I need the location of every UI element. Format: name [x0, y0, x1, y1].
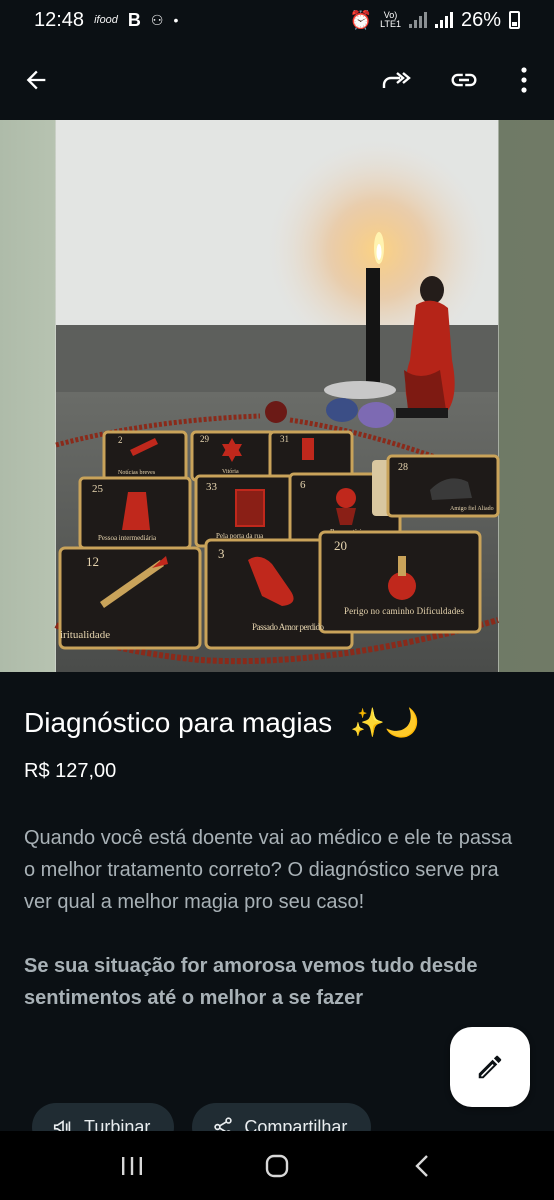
card-number: 25 [92, 483, 104, 495]
alarm-icon: ⏰ [349, 9, 373, 30]
card-number: 31 [280, 434, 289, 444]
recents-icon[interactable] [102, 1136, 162, 1196]
product-photo[interactable]: 2 29 31 Notícias breves Vitória 25 33 6 … [0, 120, 554, 672]
description-bold-text: Se sua situação for amorosa vemos tudo d… [24, 955, 478, 1009]
voicemail-icon: ⚇ [150, 11, 164, 28]
battery-percent: 26% [460, 8, 501, 31]
card-number: 20 [334, 538, 347, 553]
back-arrow-icon[interactable] [14, 58, 58, 102]
status-bar: 12:48 ifood B ⚇ • ⏰ Vo) LTE1 26% [0, 0, 554, 40]
more-vertical-icon[interactable] [510, 58, 538, 102]
card-label: Pessoa intermediária [98, 534, 157, 542]
description-text: Quando você está doente vai ao médico e … [24, 827, 513, 913]
top-toolbar [0, 40, 554, 120]
edit-button[interactable] [450, 1027, 530, 1107]
card-number: 28 [398, 462, 408, 473]
back-icon[interactable] [392, 1136, 452, 1196]
card-label: iritualidade [60, 629, 110, 641]
card-label: Perigo no caminho Dificuldades [344, 606, 464, 616]
card-number: 3 [218, 546, 225, 561]
home-icon[interactable] [247, 1136, 307, 1196]
link-icon[interactable] [442, 58, 486, 102]
clock: 12:48 [34, 8, 85, 31]
forward-icon[interactable] [374, 58, 418, 102]
card-number: 12 [86, 554, 99, 569]
pencil-icon [478, 1055, 502, 1079]
signal-icon-sim1 [408, 12, 427, 28]
card-label: Passado Amor perdido [252, 622, 325, 632]
card-row-front: 12 3 20 iritualidade Passado Amor perdid… [58, 530, 482, 650]
card-label: Amigo fiel Aliado [450, 505, 494, 512]
card-number: 29 [200, 434, 210, 444]
system-navigation-bar [0, 1131, 554, 1200]
ifood-icon: ifood [94, 14, 118, 26]
battery-icon [509, 11, 520, 29]
b-icon: B [127, 9, 141, 30]
product-title: Diagnóstico para magias ✨🌙 [24, 707, 420, 738]
card-number: 33 [206, 481, 218, 493]
card-label: Notícias breves [118, 470, 156, 476]
product-description: Quando você está doente vai ao médico e … [24, 822, 524, 1046]
card-number: 2 [118, 435, 123, 445]
title-emoji: ✨🌙 [349, 707, 420, 738]
card-number: 6 [300, 479, 306, 491]
volte-indicator: Vo) LTE1 [380, 10, 401, 29]
status-dot: • [173, 12, 179, 28]
card-label: Vitória [222, 469, 239, 475]
card-deck: 28 Amigo fiel Aliado [372, 454, 500, 518]
product-price: R$ 127,00 [24, 760, 117, 782]
signal-icon-sim2 [434, 12, 453, 28]
